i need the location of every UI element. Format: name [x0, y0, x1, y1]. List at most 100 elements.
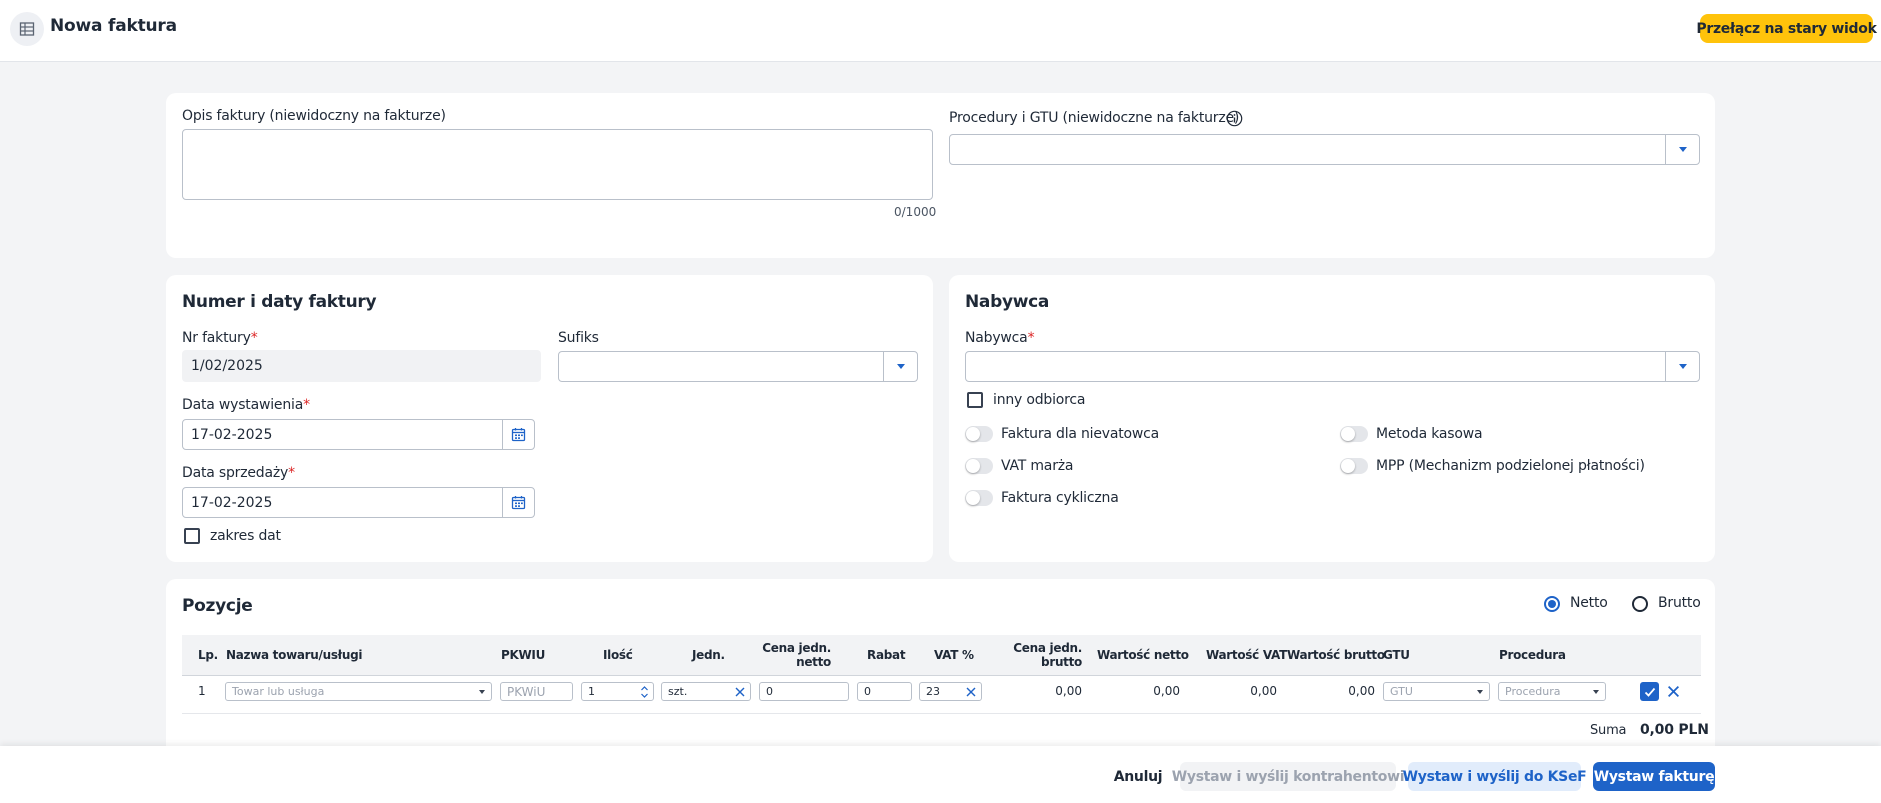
chevron-down-icon[interactable] [883, 352, 917, 381]
gtu-row-select[interactable]: GTU [1383, 682, 1490, 701]
calendar-icon[interactable] [502, 488, 534, 517]
row-lp: 1 [198, 684, 206, 698]
stepper-arrows-icon[interactable] [640, 685, 649, 699]
net-value: 0,00 [1153, 684, 1180, 698]
vat-margin-toggle[interactable] [965, 458, 993, 474]
netto-radio[interactable] [1544, 596, 1560, 612]
toggle-label: MPP (Mechanizm podzielonej płatności) [1376, 458, 1645, 474]
issue-send-ksef-button[interactable]: Wystaw i wyślij do KSeF [1403, 762, 1587, 791]
chevron-down-icon[interactable] [479, 690, 485, 694]
sale-date-label: Data sprzedaży* [182, 465, 295, 481]
invoice-number-card: Numer i daty faktury Nr faktury* 1/02/20… [166, 275, 933, 562]
product-name-select[interactable]: Towar lub usługa [225, 682, 492, 701]
nonvat-invoice-toggle[interactable] [965, 426, 993, 442]
chevron-down-icon[interactable] [1665, 135, 1699, 164]
building-icon [10, 12, 44, 46]
items-card: Pozycje Netto Brutto Lp. Nazwa towaru/us… [166, 579, 1715, 769]
description-textarea[interactable] [182, 129, 933, 200]
chevron-down-icon[interactable] [1477, 690, 1483, 694]
other-recipient-label: inny odbiorca [993, 392, 1086, 408]
sum-label: Suma [1590, 723, 1627, 738]
quantity-stepper[interactable]: 1 [581, 682, 654, 701]
issue-date-field[interactable]: 17-02-2025 [182, 419, 535, 450]
switch-old-view-button[interactable]: Przełącz na stary widok [1696, 14, 1877, 43]
col-pkwiu: PKWIU [501, 648, 546, 662]
unit-input[interactable]: szt. [661, 682, 751, 701]
col-gtu: GTU [1383, 648, 1410, 662]
col-vat: VAT % [934, 648, 974, 662]
invoice-number-field: 1/02/2025 [182, 350, 541, 382]
clear-icon[interactable] [734, 686, 746, 698]
description-label: Opis faktury (niewidoczny na fakturze) [182, 108, 446, 124]
issue-date-value: 17-02-2025 [191, 426, 273, 443]
gtu-placeholder: GTU [1390, 685, 1413, 698]
cash-method-toggle[interactable] [1340, 426, 1368, 442]
vat-select[interactable]: 23 [919, 682, 982, 701]
page-title: Nowa faktura [50, 16, 177, 36]
buyer-label: Nabywca* [965, 330, 1035, 346]
col-lp: Lp. [198, 648, 218, 662]
col-net-value: Wartość netto [1097, 648, 1189, 662]
section-title: Pozycje [182, 596, 253, 616]
mpp-toggle[interactable] [1340, 458, 1368, 474]
suffix-select[interactable] [558, 351, 918, 382]
footer-bar: Anuluj Wystaw i wyślij kontrahentowi Wys… [0, 746, 1881, 803]
check-icon [1644, 687, 1655, 697]
toggle-label: Faktura cykliczna [1001, 490, 1119, 506]
discount-input[interactable]: 0 [857, 682, 912, 701]
char-counter: 0/1000 [894, 205, 937, 219]
vat-value-cell: 0,00 [1250, 684, 1277, 698]
col-qty: Ilość [603, 648, 633, 662]
brutto-radio[interactable] [1632, 596, 1648, 612]
netto-label: Netto [1570, 595, 1608, 611]
issue-send-contractor-button[interactable]: Wystaw i wyślij kontrahentowi [1172, 762, 1405, 791]
other-recipient-checkbox[interactable] [967, 392, 983, 408]
col-gross-value: Wartość brutto [1287, 648, 1385, 662]
unit-gross-price: 0,00 [1055, 684, 1082, 698]
chevron-down-icon[interactable] [1593, 690, 1599, 694]
chevron-down-icon[interactable] [1665, 352, 1699, 381]
section-title: Nabywca [965, 292, 1050, 312]
sale-date-value: 17-02-2025 [191, 494, 273, 511]
description-card: Opis faktury (niewidoczny na fakturze) 0… [166, 93, 1715, 258]
issue-invoice-button[interactable]: Wystaw fakturę [1593, 762, 1715, 791]
info-icon[interactable] [1226, 110, 1243, 127]
unit-value: szt. [668, 685, 688, 698]
col-procedure: Procedura [1499, 648, 1566, 662]
calendar-icon[interactable] [502, 420, 534, 449]
vat-value: 23 [926, 685, 940, 698]
col-unit-net: Cena jedn. netto [762, 641, 831, 669]
procedure-placeholder: Procedura [1505, 685, 1561, 698]
cancel-button[interactable]: Anuluj [1108, 762, 1168, 791]
confirm-row-button[interactable] [1640, 682, 1659, 701]
quantity-value: 1 [588, 685, 595, 698]
toggle-label: VAT marża [1001, 458, 1074, 474]
section-title: Numer i daty faktury [182, 292, 377, 312]
brutto-label: Brutto [1658, 595, 1701, 611]
col-unit-gross: Cena jedn. brutto [1013, 641, 1082, 669]
gtu-select[interactable] [949, 134, 1700, 165]
gross-value: 0,00 [1348, 684, 1375, 698]
col-unit: Jedn. [692, 648, 725, 662]
procedure-row-select[interactable]: Procedura [1498, 682, 1606, 701]
gtu-label: Procedury i GTU (niewidoczne na fakturze… [949, 110, 1240, 126]
date-range-checkbox[interactable] [184, 528, 200, 544]
buyer-card: Nabywca Nabywca* inny odbiorca Faktura d… [949, 275, 1715, 562]
date-range-label: zakres dat [210, 528, 281, 544]
col-name: Nazwa towaru/usługi [226, 648, 363, 662]
col-discount: Rabat [867, 648, 906, 662]
pkwiu-input[interactable]: PKWiU [500, 682, 573, 701]
clear-icon[interactable] [965, 686, 977, 698]
issue-date-label: Data wystawienia* [182, 397, 310, 413]
unit-net-price-input[interactable]: 0 [759, 682, 849, 701]
invoice-number-label: Nr faktury* [182, 330, 258, 346]
recurring-invoice-toggle[interactable] [965, 490, 993, 506]
delete-row-button[interactable] [1664, 682, 1683, 701]
sum-value: 0,00 PLN [1640, 722, 1709, 738]
sale-date-field[interactable]: 17-02-2025 [182, 487, 535, 518]
suffix-label: Sufiks [558, 330, 599, 346]
buyer-select[interactable] [965, 351, 1700, 382]
product-name-placeholder: Towar lub usługa [232, 685, 325, 698]
toggle-label: Faktura dla nievatowca [1001, 426, 1160, 442]
close-icon [1668, 686, 1679, 697]
